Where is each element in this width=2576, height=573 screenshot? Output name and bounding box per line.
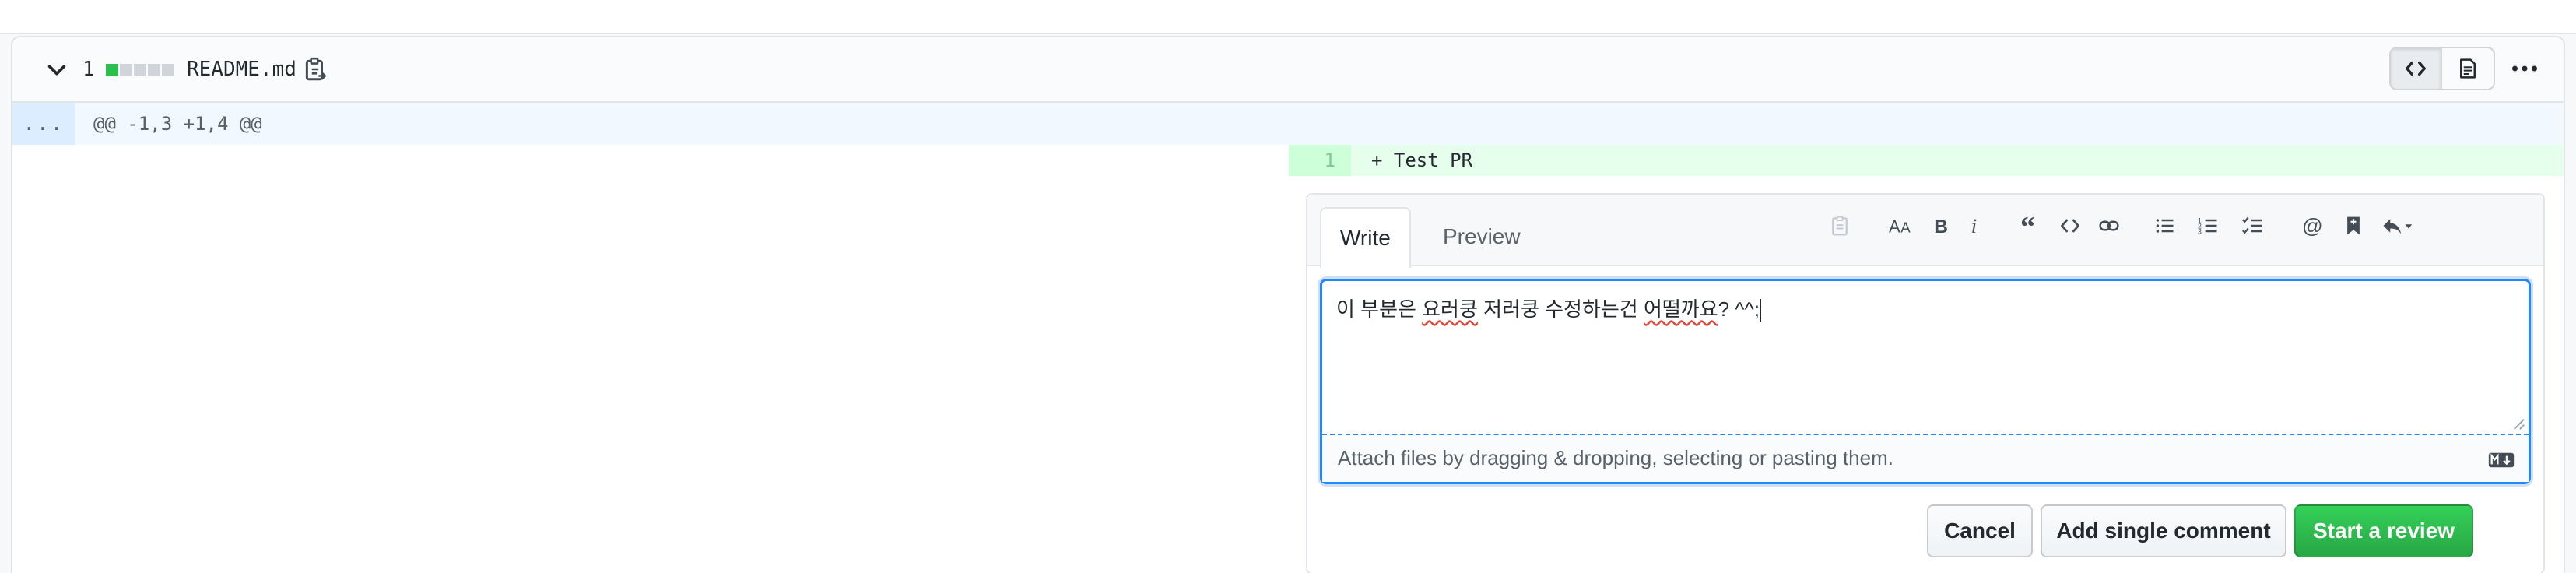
chevron-down-icon[interactable] <box>45 58 68 81</box>
quote-button[interactable]: “ <box>2014 206 2048 246</box>
diffstat-block-neutral <box>134 64 146 76</box>
text-caret <box>1759 299 1761 323</box>
diff-file: 1 README.md ... @@ -1,3 +1,4 @@ 1 + Test… <box>11 36 2565 573</box>
previous-file-bottom <box>0 0 2576 34</box>
code-icon <box>2406 61 2426 76</box>
suggestion-icon <box>1832 216 1848 236</box>
suggestion-button[interactable] <box>1823 206 1857 246</box>
unordered-list-icon <box>2156 219 2174 233</box>
hunk-header: @@ -1,3 +1,4 @@ <box>93 113 262 135</box>
hunk-header-row: ... @@ -1,3 +1,4 @@ <box>12 103 2564 145</box>
source-diff-button[interactable] <box>2391 48 2443 89</box>
comment-text-misspelled: 어떨까요 <box>1643 297 1718 321</box>
markdown-toolbar: A A B i “ 1 2 3 @ <box>1307 206 2543 246</box>
diffstat-block-neutral <box>120 64 132 76</box>
markdown-icon[interactable] <box>2488 452 2515 468</box>
diffstat-block-neutral <box>148 64 160 76</box>
bold-icon: B <box>1934 216 1948 237</box>
svg-text:B: B <box>1934 216 1948 237</box>
view-toggle <box>2389 47 2495 90</box>
attach-hint: Attach files by dragging & dropping, sel… <box>1338 446 1893 469</box>
heading-icon: A A <box>1889 217 1911 237</box>
bold-button[interactable]: B <box>1924 206 1958 246</box>
line-number[interactable]: 1 <box>1289 145 1351 176</box>
inline-comment-form: Write Preview A A B i “ 1 2 3 @ 이 부분은 요러… <box>1306 193 2545 573</box>
italic-icon: i <box>1971 215 1977 237</box>
added-line-code: + Test PR <box>1371 149 1473 171</box>
comment-text-misspelled: 요러쿵 <box>1422 297 1478 321</box>
comment-text-part: ? ^^; <box>1718 297 1760 321</box>
reply-icon <box>2383 219 2413 234</box>
file-icon <box>2460 58 2476 79</box>
svg-text:“: “ <box>2020 215 2035 237</box>
added-line: 1 + Test PR <box>1289 145 2564 176</box>
file-name-link[interactable]: README.md <box>187 56 297 83</box>
saved-reply-button[interactable] <box>2336 206 2371 246</box>
diff-right-column: 1 + Test PR Write Preview A A B i “ 1 2 … <box>1289 145 2564 573</box>
mention-button[interactable]: @ <box>2296 206 2330 246</box>
diffstat-block-added <box>106 64 118 76</box>
comment-text-part: 이 부분은 <box>1336 297 1423 321</box>
resize-grip-icon[interactable] <box>2511 417 2525 431</box>
quote-icon: “ <box>2020 215 2035 237</box>
comment-tabnav: Write Preview A A B i “ 1 2 3 @ <box>1307 195 2543 268</box>
rich-diff-button[interactable] <box>2442 48 2494 89</box>
link-button[interactable] <box>2092 206 2126 246</box>
add-single-comment-button[interactable]: Add single comment <box>2041 504 2286 557</box>
diffstat <box>106 64 174 76</box>
diffstat-block-neutral <box>162 64 174 76</box>
copy-path-icon[interactable] <box>302 56 328 83</box>
expand-hunk-button[interactable]: ... <box>12 103 75 145</box>
reply-dropdown-button[interactable] <box>2374 206 2420 246</box>
comment-textarea[interactable]: 이 부분은 요러쿵 저러쿵 수정하는건 어떨까요? ^^; <box>1322 281 2529 434</box>
svg-text:3: 3 <box>2198 228 2202 236</box>
mention-icon: @ <box>2302 215 2323 237</box>
code-icon <box>2061 219 2079 233</box>
unordered-list-button[interactable] <box>2148 206 2182 246</box>
heading-button[interactable]: A A <box>1885 206 1919 246</box>
file-attach-dropzone[interactable]: Attach files by dragging & dropping, sel… <box>1322 434 2529 482</box>
code-button[interactable] <box>2053 206 2087 246</box>
link-icon <box>2099 220 2119 231</box>
more-options-icon[interactable] <box>2509 53 2540 84</box>
svg-text:A: A <box>1900 220 1911 236</box>
saved-reply-icon <box>2347 216 2360 235</box>
svg-text:A: A <box>1889 217 1900 237</box>
start-review-button[interactable]: Start a review <box>2294 504 2473 557</box>
italic-button[interactable]: i <box>1958 206 1992 246</box>
ordered-list-button[interactable]: 1 2 3 <box>2192 206 2226 246</box>
task-list-icon <box>2241 216 2262 234</box>
comment-text-part: 저러쿵 수정하는건 <box>1477 297 1644 321</box>
svg-text:@: @ <box>2302 215 2323 237</box>
cancel-button[interactable]: Cancel <box>1927 504 2033 557</box>
diff-change-count: 1 <box>82 58 95 81</box>
task-list-button[interactable] <box>2235 206 2269 246</box>
file-header: 1 README.md <box>12 37 2564 103</box>
ordered-list-icon: 1 2 3 <box>2198 217 2217 236</box>
comment-textarea-wrapper: 이 부분은 요러쿵 저러쿵 수정하는건 어떨까요? ^^; Attach fil… <box>1320 279 2531 484</box>
svg-text:i: i <box>1971 215 1977 237</box>
